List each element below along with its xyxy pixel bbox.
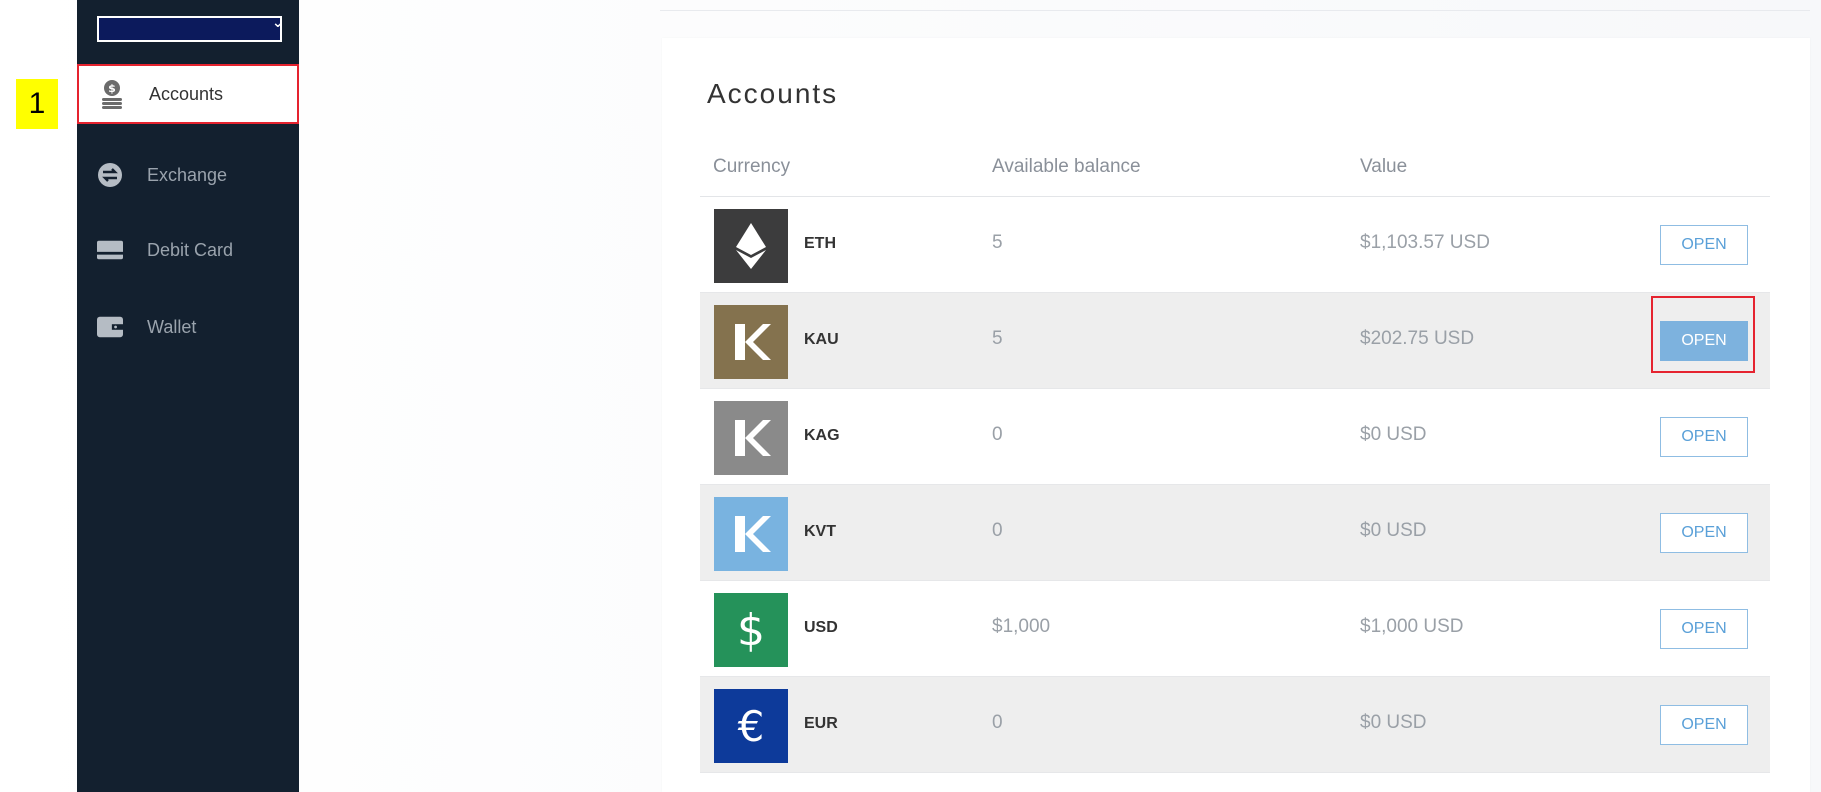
table-row: KAG 0 $0 USD OPEN [700, 389, 1770, 485]
exchange-icon [97, 162, 123, 188]
open-button[interactable]: OPEN [1660, 321, 1748, 361]
value-usd: $1,000 USD [1360, 616, 1464, 637]
currency-code: KAU [804, 331, 839, 348]
accounts-card: Accounts Currency Available balance Valu… [662, 38, 1810, 792]
currency-code: USD [804, 619, 838, 636]
dollar-icon: $ [714, 593, 788, 667]
svg-text:$: $ [108, 82, 116, 95]
kinesis-silver-icon [714, 401, 788, 475]
available-balance: 5 [992, 232, 1003, 253]
table-row: ETH 5 $1,103.57 USD OPEN [700, 197, 1770, 293]
open-button[interactable]: OPEN [1660, 417, 1748, 457]
value-usd: $0 USD [1360, 520, 1427, 541]
available-balance: 5 [992, 328, 1003, 349]
page-title: Accounts [707, 78, 839, 109]
sidebar-item-wallet[interactable]: Wallet [77, 297, 299, 357]
euro-icon: € [714, 689, 788, 763]
column-header-balance: Available balance [992, 156, 1141, 177]
value-usd: $1,103.57 USD [1360, 232, 1490, 253]
table-row: $ USD $1,000 $1,000 USD OPEN [700, 581, 1770, 677]
card-icon [97, 237, 123, 263]
available-balance: 0 [992, 712, 1003, 733]
top-bar [660, 0, 1810, 11]
sidebar-item-accounts[interactable]: $ Accounts [77, 64, 299, 124]
sidebar: ⌄ $ Accounts Exchange Debit Card Wallet [77, 0, 299, 792]
currency-code: ETH [804, 235, 836, 252]
available-balance: 0 [992, 424, 1003, 445]
coins-icon: $ [99, 80, 125, 109]
table-row: € EUR 0 $0 USD OPEN [700, 677, 1770, 773]
kinesis-velocity-icon [714, 497, 788, 571]
sidebar-item-label: Debit Card [147, 239, 234, 260]
kinesis-gold-icon [714, 305, 788, 379]
currency-code: KVT [804, 523, 836, 540]
wallet-icon [97, 314, 123, 340]
account-selector[interactable] [97, 16, 282, 42]
open-button[interactable]: OPEN [1660, 225, 1748, 265]
currency-code: KAG [804, 427, 840, 444]
open-button[interactable]: OPEN [1660, 513, 1748, 553]
sidebar-item-label: Accounts [149, 83, 224, 104]
column-header-currency: Currency [713, 156, 791, 177]
value-usd: $0 USD [1360, 712, 1427, 733]
sidebar-item-label: Exchange [147, 164, 228, 185]
currency-code: EUR [804, 715, 838, 732]
table-row: KVT 0 $0 USD OPEN [700, 485, 1770, 581]
sidebar-item-debit-card[interactable]: Debit Card [77, 220, 299, 280]
column-header-value: Value [1360, 156, 1408, 177]
table-row: KAU 5 $202.75 USD OPEN [700, 293, 1770, 389]
available-balance: $1,000 [992, 616, 1051, 637]
open-button[interactable]: OPEN [1660, 705, 1748, 745]
chevron-down-icon[interactable]: ⌄ [272, 14, 284, 31]
sidebar-item-exchange[interactable]: Exchange [77, 145, 299, 205]
value-usd: $202.75 USD [1360, 328, 1475, 349]
open-button[interactable]: OPEN [1660, 609, 1748, 649]
page: 1 2 ⌄ $ Accounts [0, 0, 1821, 792]
value-usd: $0 USD [1360, 424, 1427, 445]
ethereum-icon [714, 209, 788, 283]
callout-marker-1: 1 [16, 79, 58, 129]
sidebar-item-label: Wallet [147, 316, 197, 337]
available-balance: 0 [992, 520, 1003, 541]
